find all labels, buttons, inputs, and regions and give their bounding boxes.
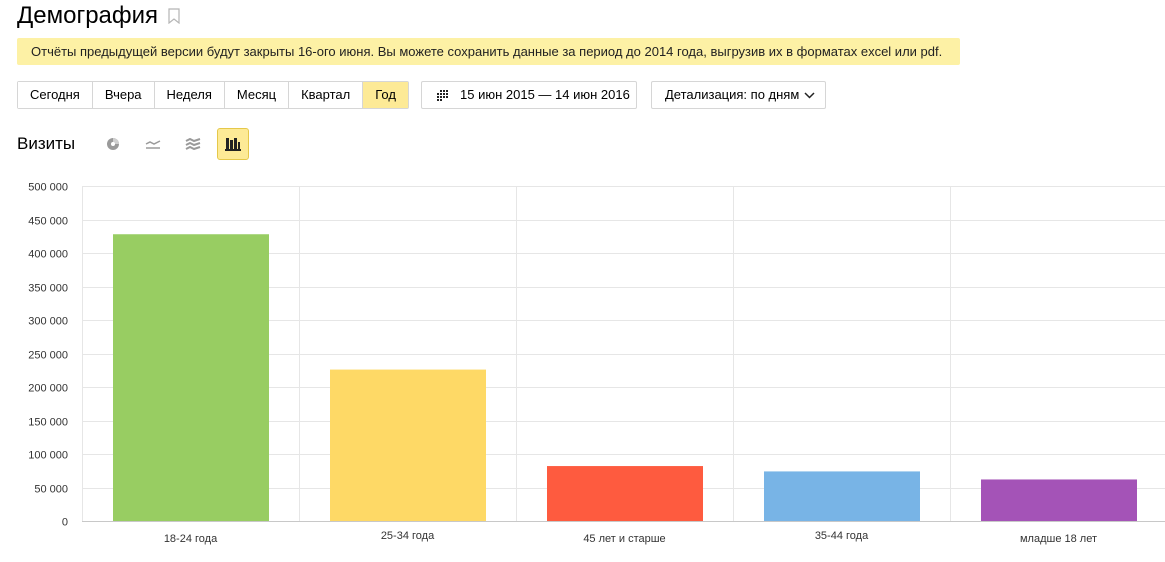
period-yesterday-button[interactable]: Вчера <box>92 82 155 108</box>
bar-2[interactable] <box>547 466 703 521</box>
period-month-button[interactable]: Месяц <box>224 82 290 108</box>
bar-chart-button[interactable] <box>217 128 249 160</box>
x-tick-label: 18-24 года <box>164 533 218 545</box>
chevron-down-icon <box>804 92 815 99</box>
date-range-button[interactable]: 15 июн 2015 — 14 июн 2016 <box>421 81 637 109</box>
y-tick-label: 250 000 <box>28 350 68 362</box>
x-tick-label: 45 лет и старше <box>583 533 665 545</box>
bar-3[interactable] <box>764 471 920 521</box>
bookmark-icon[interactable] <box>168 8 180 24</box>
pie-chart-icon <box>107 138 119 150</box>
y-tick-label: 100 000 <box>28 450 68 462</box>
bar-1[interactable] <box>330 369 486 521</box>
y-tick-label: 200 000 <box>28 383 68 395</box>
detail-label: Детализация: по дням <box>665 87 800 102</box>
y-tick-label: 150 000 <box>28 417 68 429</box>
calendar-icon <box>437 90 448 101</box>
metric-label: Визиты <box>17 134 76 153</box>
y-tick-label: 300 000 <box>28 316 68 328</box>
y-tick-label: 50 000 <box>34 484 68 496</box>
deprecation-notice: Отчёты предыдущей версии будут закрыты 1… <box>17 38 960 65</box>
bar-chart: 0 50 000 100 000 150 000 200 000 250 000 300 0… <box>28 182 1165 545</box>
y-tick-label: 0 <box>62 517 68 529</box>
x-tick-label: 25-34 года <box>381 530 435 542</box>
detail-dropdown[interactable]: Детализация: по дням <box>651 81 826 109</box>
area-chart-icon <box>185 138 201 150</box>
bar-chart-icon <box>225 138 241 151</box>
y-tick-label: 500 000 <box>28 182 68 194</box>
period-selector: Сегодня Вчера Неделя Месяц Квартал Год <box>17 81 409 109</box>
y-tick-label: 350 000 <box>28 283 68 295</box>
period-week-button[interactable]: Неделя <box>154 82 225 108</box>
y-tick-label: 450 000 <box>28 216 68 228</box>
line-chart-icon <box>145 140 161 149</box>
area-chart-button[interactable] <box>177 128 209 160</box>
line-chart-button[interactable] <box>137 128 169 160</box>
page-title: Демография <box>17 2 159 29</box>
y-tick-label: 400 000 <box>28 249 68 261</box>
pie-chart-button[interactable] <box>97 128 129 160</box>
period-today-button[interactable]: Сегодня <box>18 82 93 108</box>
period-quarter-button[interactable]: Квартал <box>289 82 364 108</box>
period-year-button[interactable]: Год <box>363 82 408 108</box>
metric-row: Визиты <box>17 128 257 160</box>
notice-text: Отчёты предыдущей версии будут закрыты 1… <box>31 44 943 59</box>
date-range-label: 15 июн 2015 — 14 июн 2016 <box>460 87 630 102</box>
page-title-row: Демография <box>17 2 180 30</box>
bar-4[interactable] <box>981 479 1137 521</box>
x-tick-label: 35-44 года <box>815 530 869 542</box>
bar-0[interactable] <box>113 234 269 521</box>
x-tick-label: младше 18 лет <box>1020 533 1097 545</box>
